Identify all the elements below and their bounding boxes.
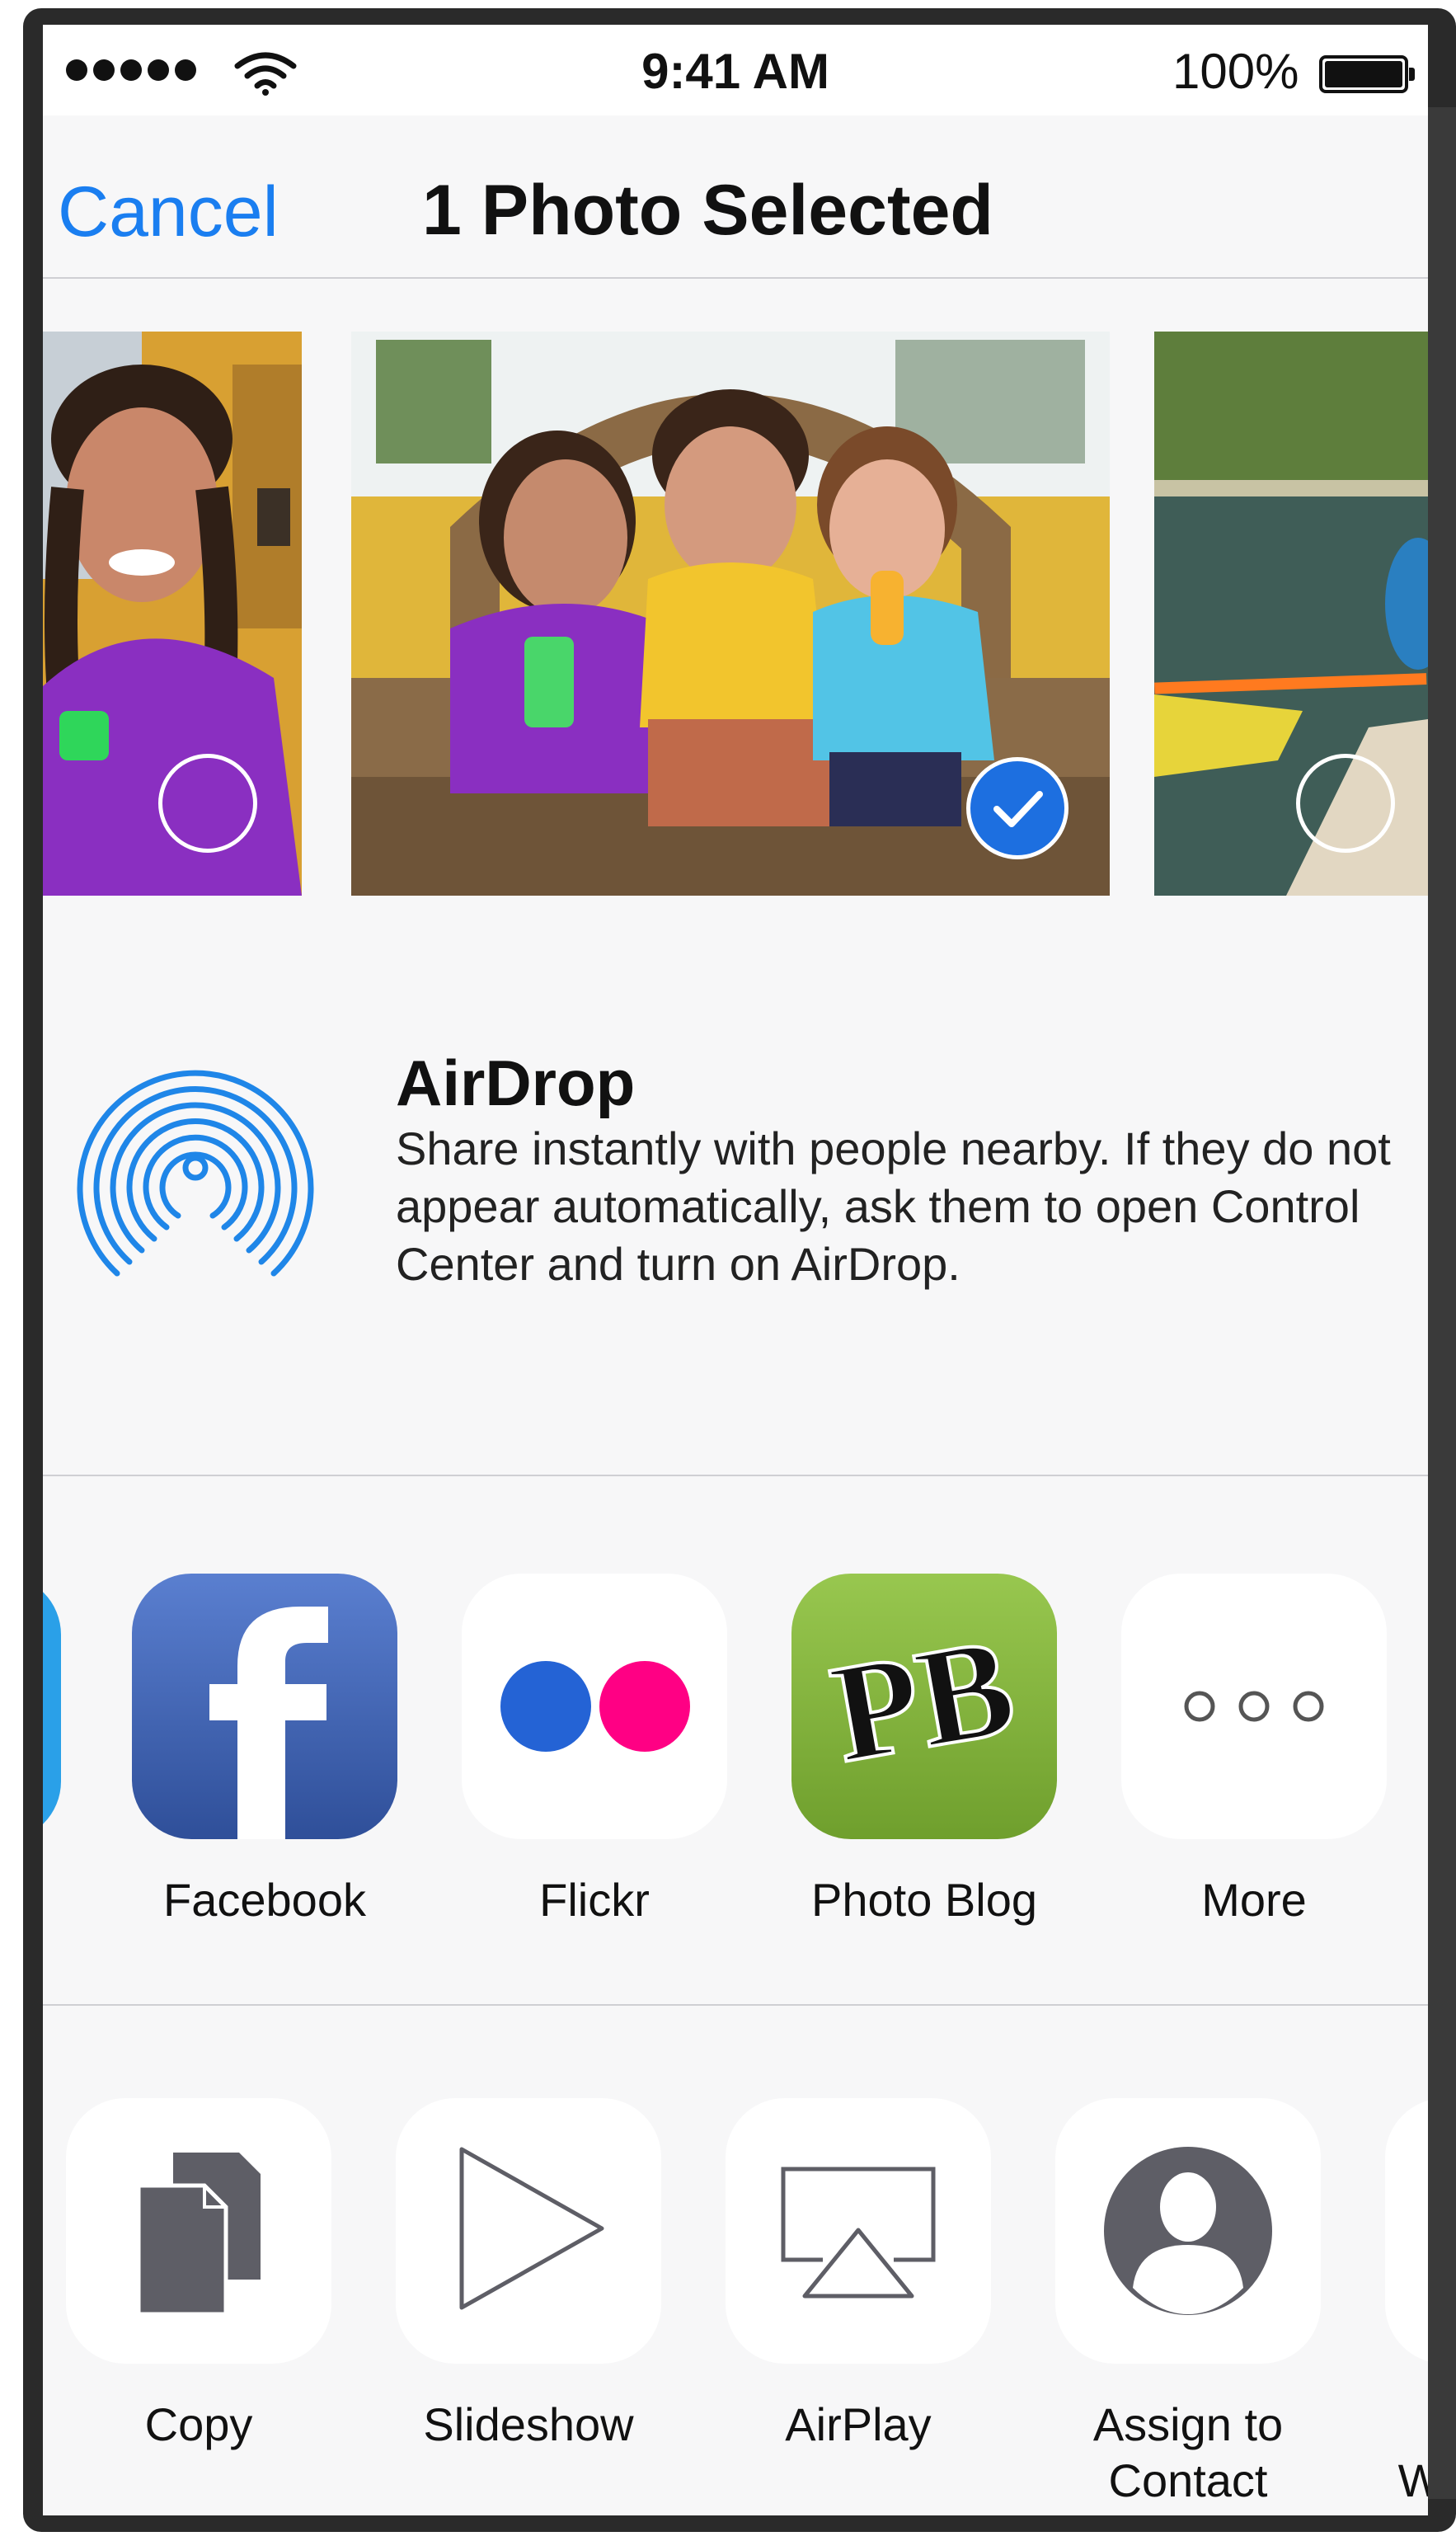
assign-to-contact-label-line-1: Assign to: [1092, 2398, 1284, 2450]
status-bar: 9:41 AM 100%: [43, 25, 1428, 115]
battery-icon: [1319, 55, 1415, 93]
photo-thumbnail-kids[interactable]: [351, 332, 1110, 896]
photo-thumbnail-kayak[interactable]: [1154, 332, 1428, 896]
device-side: [1428, 107, 1456, 2499]
airplay-label: AirPlay: [785, 2398, 932, 2450]
photo-select-toggle[interactable]: [1296, 754, 1395, 853]
facebook-label: Facebook: [163, 1874, 366, 1926]
svg-text:PB: PB: [821, 1608, 1025, 1792]
more-icon: [1184, 1691, 1324, 1722]
copy-button[interactable]: [66, 2098, 331, 2364]
actions-row[interactable]: Copy Slideshow AirPlay Assign to Contact: [43, 2006, 1428, 2515]
assign-to-contact-button[interactable]: [1055, 2098, 1321, 2364]
more-label: More: [1201, 1874, 1307, 1926]
photo-thumbnail-girl[interactable]: [43, 332, 302, 896]
photo-select-toggle[interactable]: [158, 754, 257, 853]
more-button[interactable]: [1121, 1574, 1387, 1839]
share-sheet-screen: 9:41 AM 100% Cancel 1 Photo Selected Air…: [43, 25, 1428, 2515]
facebook-button[interactable]: [132, 1574, 397, 1839]
battery-level-fill: [1325, 61, 1402, 87]
contact-icon: [1104, 2147, 1272, 2315]
flickr-icon: [500, 1661, 690, 1752]
photo-carousel[interactable]: [43, 279, 1428, 948]
partial-app-icon[interactable]: [43, 1575, 61, 1841]
slideshow-icon: [459, 2147, 604, 2310]
share-apps-row[interactable]: Facebook Flickr PB Photo Blog More: [43, 1476, 1428, 2006]
photo-blog-button[interactable]: PB: [791, 1574, 1057, 1839]
copy-label: Copy: [144, 2398, 253, 2450]
slideshow-button[interactable]: [396, 2098, 661, 2364]
cancel-button[interactable]: Cancel: [58, 172, 279, 253]
navigation-bar: Cancel 1 Photo Selected: [43, 115, 1428, 279]
airdrop-section: AirDrop Share instantly with people near…: [43, 947, 1428, 1476]
airdrop-description: Share instantly with people nearby. If t…: [396, 1122, 1391, 1290]
partial-action-button[interactable]: [1385, 2098, 1428, 2364]
airplay-button[interactable]: [726, 2098, 991, 2364]
photo-selected-checkmark-icon[interactable]: [966, 757, 1069, 859]
slideshow-label: Slideshow: [423, 2398, 634, 2450]
copy-icon: [136, 2153, 261, 2317]
facebook-icon: [209, 1607, 328, 1839]
photo-blog-label: Photo Blog: [811, 1874, 1037, 1926]
airplay-icon: [781, 2167, 936, 2299]
flickr-button[interactable]: [462, 1574, 727, 1839]
battery-percentage: 100%: [1172, 44, 1299, 99]
page-title: 1 Photo Selected: [422, 171, 993, 250]
photo-blog-icon: PB: [820, 1607, 1026, 1794]
flickr-label: Flickr: [539, 1874, 650, 1926]
airdrop-title: AirDrop: [396, 1047, 636, 1119]
airdrop-icon: [68, 1044, 323, 1287]
partial-action-label: W: [1397, 2454, 1428, 2506]
